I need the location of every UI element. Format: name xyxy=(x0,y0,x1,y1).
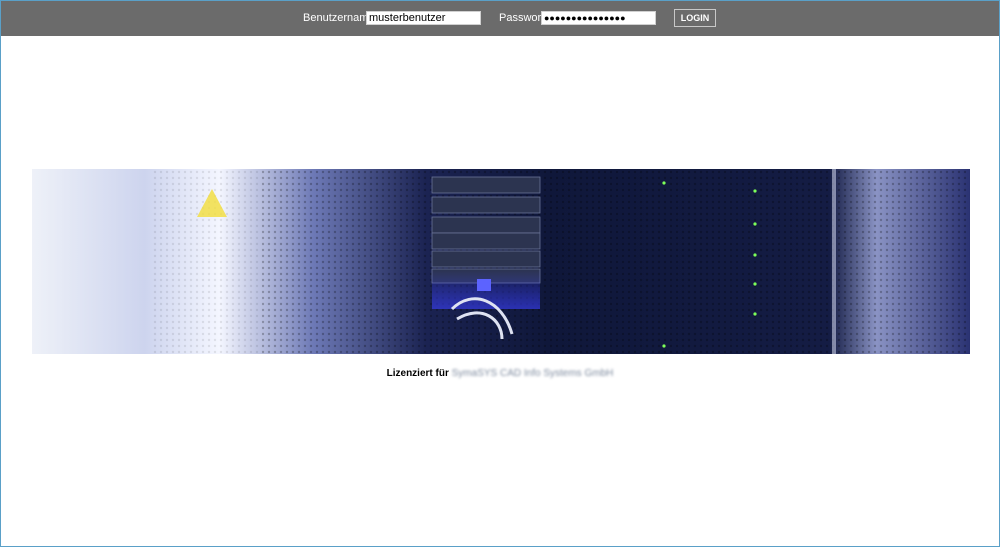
license-prefix: Lizenziert für xyxy=(386,368,449,379)
password-field[interactable]: ●●●●●●●●●●●●●●● xyxy=(541,11,656,25)
login-bar: Benutzername musterbenutzer Passwort ●●●… xyxy=(1,1,999,36)
page-frame: Benutzername musterbenutzer Passwort ●●●… xyxy=(0,0,1000,547)
server-rack-banner xyxy=(32,169,970,354)
username-label: Benutzername xyxy=(303,12,375,24)
login-button[interactable]: LOGIN xyxy=(674,9,716,27)
username-field[interactable]: musterbenutzer xyxy=(366,11,481,25)
license-holder: SymaSYS CAD Info Systems GmbH xyxy=(451,368,614,379)
license-note: Lizenziert für SymaSYS CAD Info Systems … xyxy=(1,368,999,379)
server-rack-image xyxy=(32,169,970,354)
password-label: Passwort xyxy=(499,12,545,24)
